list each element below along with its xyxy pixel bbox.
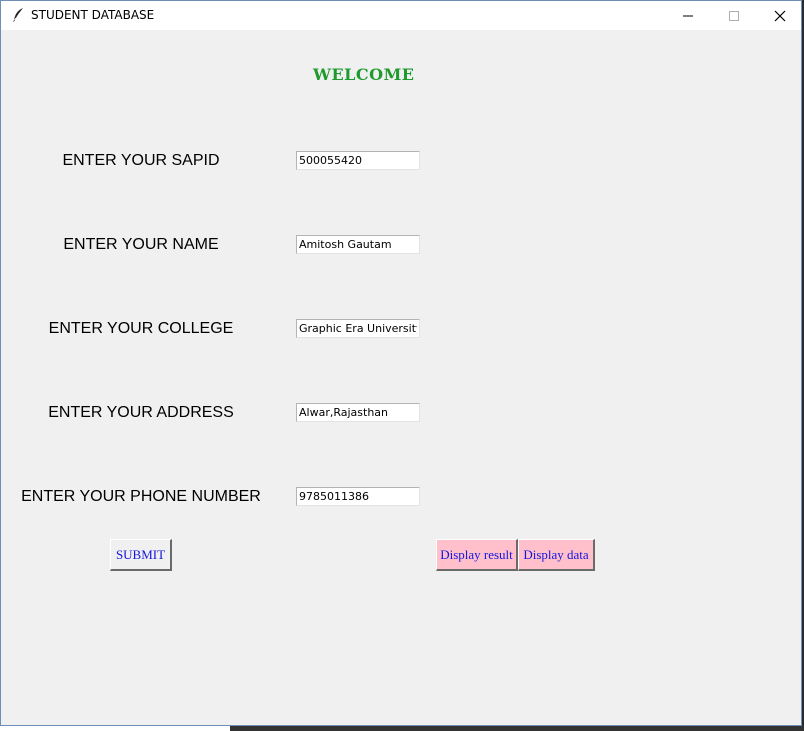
address-label: ENTER YOUR ADDRESS (48, 404, 234, 421)
title-bar[interactable]: STUDENT DATABASE (1, 1, 801, 30)
maximize-icon (729, 10, 739, 21)
minimize-icon (683, 15, 693, 16)
address-input[interactable] (296, 403, 420, 422)
college-input[interactable] (296, 319, 420, 338)
display-data-button[interactable]: Display data (518, 539, 595, 571)
name-input[interactable] (296, 235, 420, 254)
close-icon (774, 10, 786, 21)
sapid-input[interactable] (296, 151, 420, 170)
submit-button[interactable]: SUBMIT (110, 539, 172, 571)
phone-input[interactable] (296, 487, 420, 506)
app-window: STUDENT DATABASE WELCOME ENTER YOUR SAPI… (0, 0, 802, 726)
display-result-button[interactable]: Display result (436, 539, 518, 571)
window-title: STUDENT DATABASE (31, 8, 155, 22)
close-button[interactable] (757, 1, 801, 30)
name-label: ENTER YOUR NAME (63, 236, 219, 253)
maximize-button[interactable] (711, 1, 757, 30)
sapid-label: ENTER YOUR SAPID (62, 152, 220, 169)
phone-label: ENTER YOUR PHONE NUMBER (21, 488, 261, 505)
welcome-heading: WELCOME (313, 65, 415, 84)
taskbar-dark-strip (230, 726, 804, 731)
form-area: WELCOME ENTER YOUR SAPID ENTER YOUR NAME… (1, 30, 801, 725)
feather-icon (11, 7, 25, 23)
minimize-button[interactable] (665, 1, 711, 30)
college-label: ENTER YOUR COLLEGE (48, 320, 234, 337)
